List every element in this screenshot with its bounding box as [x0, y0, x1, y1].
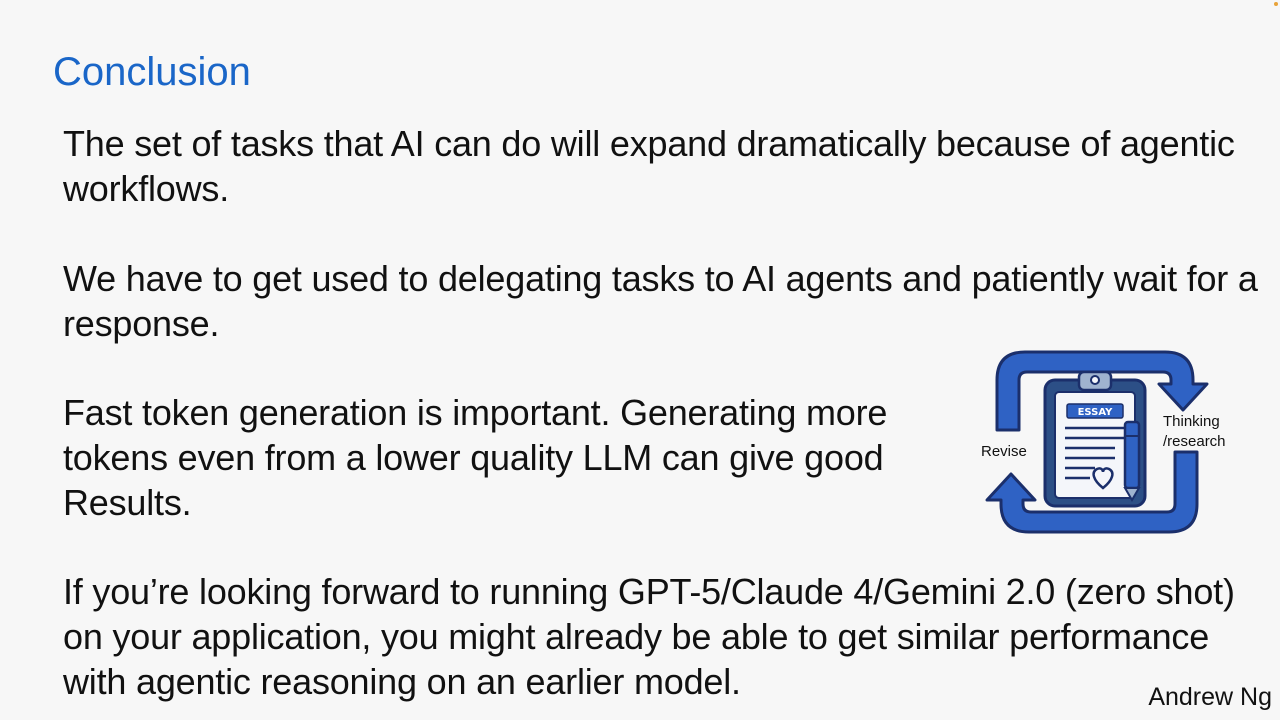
paragraph-1: The set of tasks that AI can do will exp… [63, 123, 1235, 209]
corner-dot [1274, 2, 1278, 6]
slide-title: Conclusion [53, 50, 251, 94]
author-name: Andrew Ng [1148, 683, 1272, 711]
essay-cycle-illustration: ESSAY Thinking /research Revise [975, 342, 1240, 542]
paragraph-4: If you’re looking forward to running GPT… [63, 571, 1235, 702]
paragraph-3: Fast token generation is important. Gene… [63, 392, 888, 523]
paragraph-2: We have to get used to delegating tasks … [63, 258, 1258, 344]
svg-text:ESSAY: ESSAY [1078, 407, 1114, 418]
thinking-research-label: Thinking /research [1163, 413, 1226, 450]
slide: Conclusion The set of tasks that AI can … [0, 0, 1280, 720]
revise-label: Revise [981, 443, 1027, 460]
